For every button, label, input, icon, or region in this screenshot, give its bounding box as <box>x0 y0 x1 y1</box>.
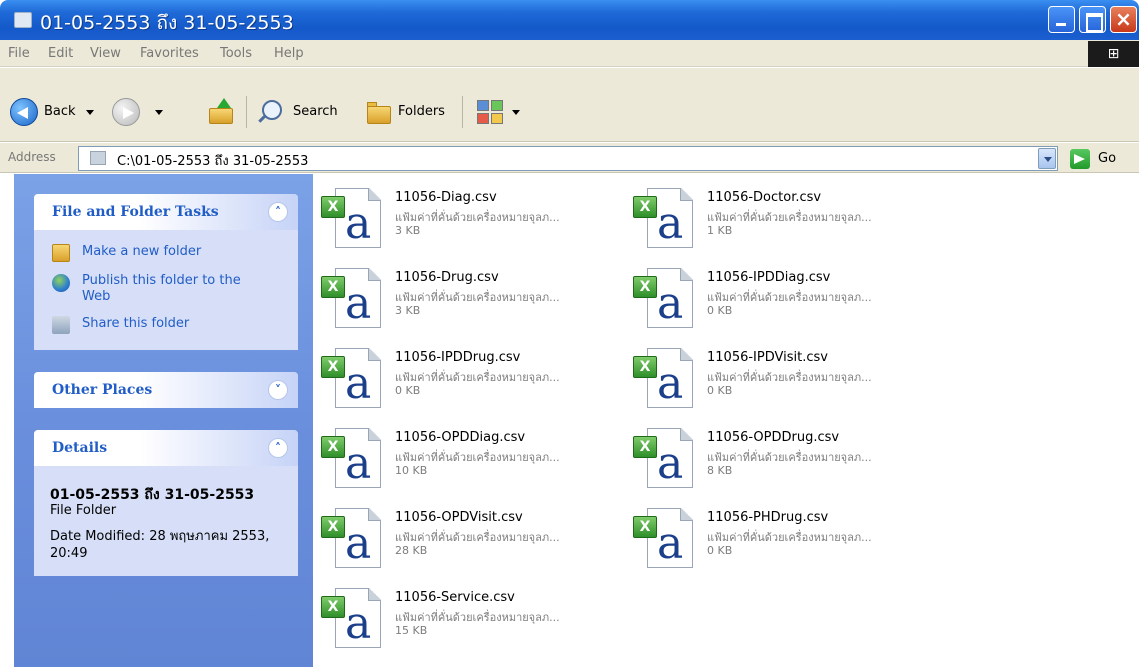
file-list: Xa 11056-Diag.csv แฟ้มค่าที่คั่นด้วยเครื… <box>313 174 1139 667</box>
csv-file-icon: Xa <box>321 188 385 250</box>
folders-icon[interactable] <box>365 100 393 124</box>
make-new-folder-link[interactable]: Make a new folder <box>82 244 201 260</box>
file-name: 11056-PHDrug.csv <box>707 510 829 525</box>
file-item[interactable]: Xa 11056-Doctor.csv แฟ้มค่าที่คั่นด้วยเค… <box>633 188 933 258</box>
folders-button[interactable]: Folders <box>398 104 445 119</box>
menu-file[interactable]: File <box>8 46 30 61</box>
windows-logo-icon: ⊞ <box>1088 41 1139 67</box>
csv-file-icon: Xa <box>321 268 385 330</box>
details-header[interactable]: Details ˄ <box>34 430 298 466</box>
file-size: 0 KB <box>707 544 733 557</box>
file-size: 10 KB <box>395 464 428 477</box>
chevron-down-icon[interactable]: ˅ <box>268 380 288 400</box>
csv-file-icon: Xa <box>633 348 697 410</box>
csv-file-icon: Xa <box>321 588 385 650</box>
csv-file-icon: Xa <box>633 508 697 570</box>
new-folder-icon <box>52 244 70 262</box>
address-label: Address <box>8 150 56 164</box>
menu-favorites[interactable]: Favorites <box>140 46 199 61</box>
drive-icon <box>90 151 106 165</box>
menu-edit[interactable]: Edit <box>48 46 73 61</box>
file-size: 28 KB <box>395 544 428 557</box>
close-icon: × <box>1115 7 1132 31</box>
back-button[interactable]: Back <box>44 104 76 119</box>
file-item[interactable]: Xa 11056-IPDDiag.csv แฟ้มค่าที่คั่นด้วยเ… <box>633 268 933 338</box>
file-folder-tasks-title: File and Folder Tasks <box>52 204 219 220</box>
title-bar[interactable]: 01-05-2553 ถึง 31-05-2553 × <box>0 0 1139 40</box>
file-size: 3 KB <box>395 224 421 237</box>
csv-file-icon: Xa <box>633 188 697 250</box>
publish-folder-link[interactable]: Publish this folder to the Web <box>82 273 272 305</box>
other-places-header[interactable]: Other Places ˅ <box>34 372 298 408</box>
file-item[interactable]: Xa 11056-OPDVisit.csv แฟ้มค่าที่คั่นด้วย… <box>321 508 621 578</box>
search-button[interactable]: Search <box>293 104 338 119</box>
address-value[interactable]: C:\01-05-2553 ถึง 31-05-2553 <box>117 150 308 171</box>
file-item[interactable]: Xa 11056-PHDrug.csv แฟ้มค่าที่คั่นด้วยเค… <box>633 508 933 578</box>
chevron-up-icon[interactable]: ˄ <box>268 202 288 222</box>
csv-file-icon: Xa <box>321 428 385 490</box>
file-name: 11056-OPDVisit.csv <box>395 510 523 525</box>
file-item[interactable]: Xa 11056-IPDDrug.csv แฟ้มค่าที่คั่นด้วยเ… <box>321 348 621 418</box>
file-name: 11056-Doctor.csv <box>707 190 822 205</box>
file-size: 0 KB <box>707 384 733 397</box>
file-name: 11056-OPDDiag.csv <box>395 430 526 445</box>
menu-help[interactable]: Help <box>274 46 304 61</box>
go-button[interactable]: Go <box>1098 151 1116 166</box>
back-icon[interactable] <box>10 98 38 126</box>
file-item[interactable]: Xa 11056-OPDDrug.csv แฟ้มค่าที่คั่นด้วยเ… <box>633 428 933 498</box>
forward-icon[interactable] <box>112 98 140 126</box>
file-item[interactable]: Xa 11056-Service.csv แฟ้มค่าที่คั่นด้วยเ… <box>321 588 621 658</box>
window-title: 01-05-2553 ถึง 31-05-2553 <box>40 12 294 34</box>
search-icon[interactable] <box>262 100 282 120</box>
address-dropdown-icon[interactable] <box>1038 148 1056 169</box>
views-dropdown-icon[interactable] <box>512 110 520 115</box>
maximize-button[interactable] <box>1079 6 1106 33</box>
file-name: 11056-Diag.csv <box>395 190 497 205</box>
file-size: 3 KB <box>395 304 421 317</box>
forward-dropdown-icon[interactable] <box>155 110 163 115</box>
views-icon[interactable] <box>475 98 505 126</box>
toolbar <box>0 68 1139 142</box>
file-item[interactable]: Xa 11056-IPDVisit.csv แฟ้มค่าที่คั่นด้วย… <box>633 348 933 418</box>
file-size: 15 KB <box>395 624 428 637</box>
file-item[interactable]: Xa 11056-Diag.csv แฟ้มค่าที่คั่นด้วยเครื… <box>321 188 621 258</box>
csv-file-icon: Xa <box>633 268 697 330</box>
share-icon <box>52 316 70 334</box>
file-name: 11056-IPDVisit.csv <box>707 350 828 365</box>
file-name: 11056-IPDDrug.csv <box>395 350 521 365</box>
details-date-modified: Date Modified: 28 พฤษภาคม 2553, 20:49 <box>50 529 270 561</box>
file-name: 11056-Drug.csv <box>395 270 499 285</box>
file-size: 0 KB <box>395 384 421 397</box>
csv-file-icon: Xa <box>321 508 385 570</box>
other-places-title: Other Places <box>52 382 153 398</box>
toolbar-separator <box>246 96 247 128</box>
file-size: 0 KB <box>707 304 733 317</box>
globe-icon <box>52 274 70 292</box>
file-size: 1 KB <box>707 224 733 237</box>
file-item[interactable]: Xa 11056-Drug.csv แฟ้มค่าที่คั่นด้วยเครื… <box>321 268 621 338</box>
menu-tools[interactable]: Tools <box>220 46 252 61</box>
menu-view[interactable]: View <box>90 46 121 61</box>
details-folder-type: File Folder <box>50 503 117 518</box>
details-title: Details <box>52 440 108 456</box>
file-name: 11056-Service.csv <box>395 590 515 605</box>
folder-icon <box>14 12 32 28</box>
file-name: 11056-OPDDrug.csv <box>707 430 840 445</box>
csv-file-icon: Xa <box>633 428 697 490</box>
close-button[interactable]: × <box>1110 6 1137 33</box>
up-folder-icon[interactable] <box>207 98 235 126</box>
other-places-panel: Other Places ˅ <box>34 372 298 408</box>
menu-bar: File Edit View Favorites Tools Help <box>0 40 1139 67</box>
csv-file-icon: Xa <box>321 348 385 410</box>
file-item[interactable]: Xa 11056-OPDDiag.csv แฟ้มค่าที่คั่นด้วยเ… <box>321 428 621 498</box>
file-name: 11056-IPDDiag.csv <box>707 270 831 285</box>
back-dropdown-icon[interactable] <box>86 110 94 115</box>
share-folder-link[interactable]: Share this folder <box>82 316 189 332</box>
go-arrow-icon[interactable] <box>1070 149 1090 169</box>
file-size: 8 KB <box>707 464 733 477</box>
file-folder-tasks-header[interactable]: File and Folder Tasks ˄ <box>34 194 298 230</box>
chevron-up-icon[interactable]: ˄ <box>268 438 288 458</box>
minimize-button[interactable] <box>1048 6 1075 33</box>
toolbar-separator <box>462 96 463 128</box>
